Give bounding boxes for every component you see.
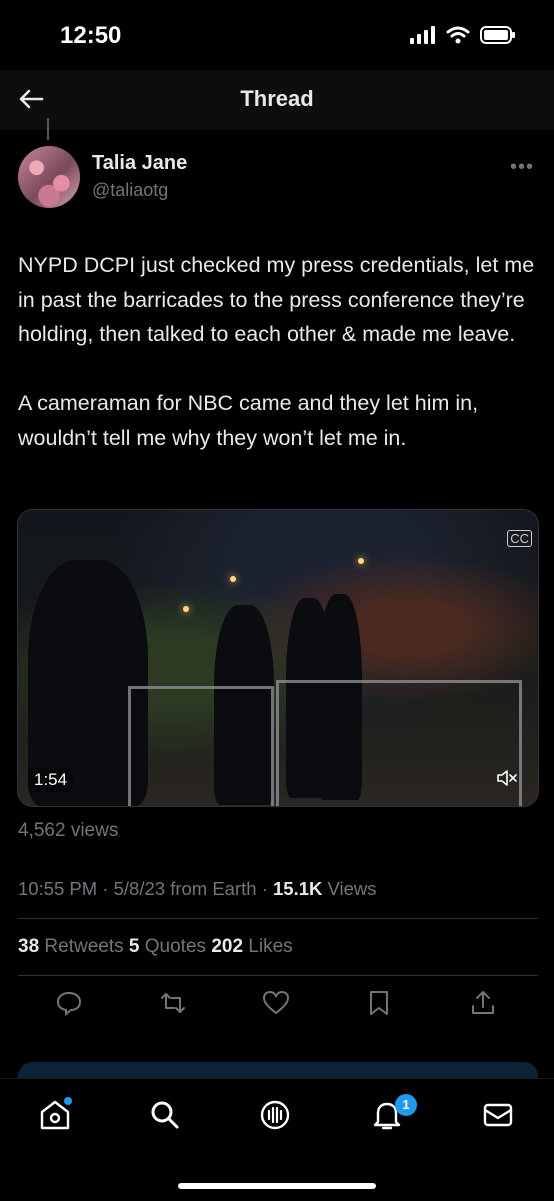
wifi-icon bbox=[446, 26, 470, 44]
view-count: 15.1K bbox=[273, 878, 323, 899]
street-light bbox=[230, 576, 236, 582]
messages-icon[interactable] bbox=[481, 1098, 515, 1132]
reply-icon[interactable] bbox=[54, 988, 84, 1018]
street-light bbox=[183, 606, 189, 612]
timestamp: 10:55 PM · 5/8/23 from Earth · bbox=[18, 878, 273, 899]
share-icon[interactable] bbox=[468, 988, 498, 1018]
home-notification-dot bbox=[64, 1097, 72, 1105]
barricade bbox=[276, 680, 522, 806]
bookmark-icon[interactable] bbox=[364, 988, 394, 1018]
divider bbox=[18, 975, 538, 976]
engagement-stats: 38 Retweets 5 Quotes 202 Likes bbox=[18, 936, 293, 958]
avatar[interactable] bbox=[18, 146, 80, 208]
captions-icon[interactable]: CC bbox=[507, 530, 532, 547]
thread-connector bbox=[47, 118, 49, 140]
divider bbox=[18, 918, 538, 919]
barricade bbox=[128, 686, 274, 806]
system-icons bbox=[410, 26, 516, 44]
notification-badge: 1 bbox=[395, 1094, 417, 1116]
home-indicator[interactable] bbox=[178, 1183, 376, 1189]
more-options-icon[interactable]: ••• bbox=[510, 156, 534, 179]
street-light bbox=[358, 558, 364, 564]
likes-stat[interactable]: 202 Likes bbox=[211, 936, 292, 957]
quotes-stat[interactable]: 5 Quotes bbox=[129, 936, 211, 957]
tweet-meta: 10:55 PM · 5/8/23 from Earth · 15.1K Vie… bbox=[18, 878, 377, 900]
video-duration: 1:54 bbox=[28, 768, 74, 792]
spaces-icon[interactable] bbox=[258, 1098, 292, 1132]
tweet-text: NYPD DCPI just checked my press credenti… bbox=[18, 253, 535, 450]
mute-icon[interactable] bbox=[496, 768, 518, 788]
views-label: Views bbox=[322, 878, 377, 899]
video-player[interactable] bbox=[17, 509, 539, 807]
retweet-icon[interactable] bbox=[158, 988, 188, 1018]
status-time: 12:50 bbox=[60, 22, 122, 49]
signal-icon bbox=[410, 26, 435, 44]
action-bar bbox=[18, 988, 538, 1028]
search-icon[interactable] bbox=[148, 1098, 182, 1132]
author-name[interactable]: Talia Jane bbox=[92, 152, 187, 175]
author-handle[interactable]: @taliaotg bbox=[92, 180, 168, 201]
page-title: Thread bbox=[240, 86, 314, 111]
like-icon[interactable] bbox=[261, 988, 291, 1018]
views-count[interactable]: 4,562 views bbox=[18, 820, 118, 842]
retweets-stat[interactable]: 38 Retweets bbox=[18, 936, 129, 957]
battery-icon bbox=[480, 26, 515, 44]
